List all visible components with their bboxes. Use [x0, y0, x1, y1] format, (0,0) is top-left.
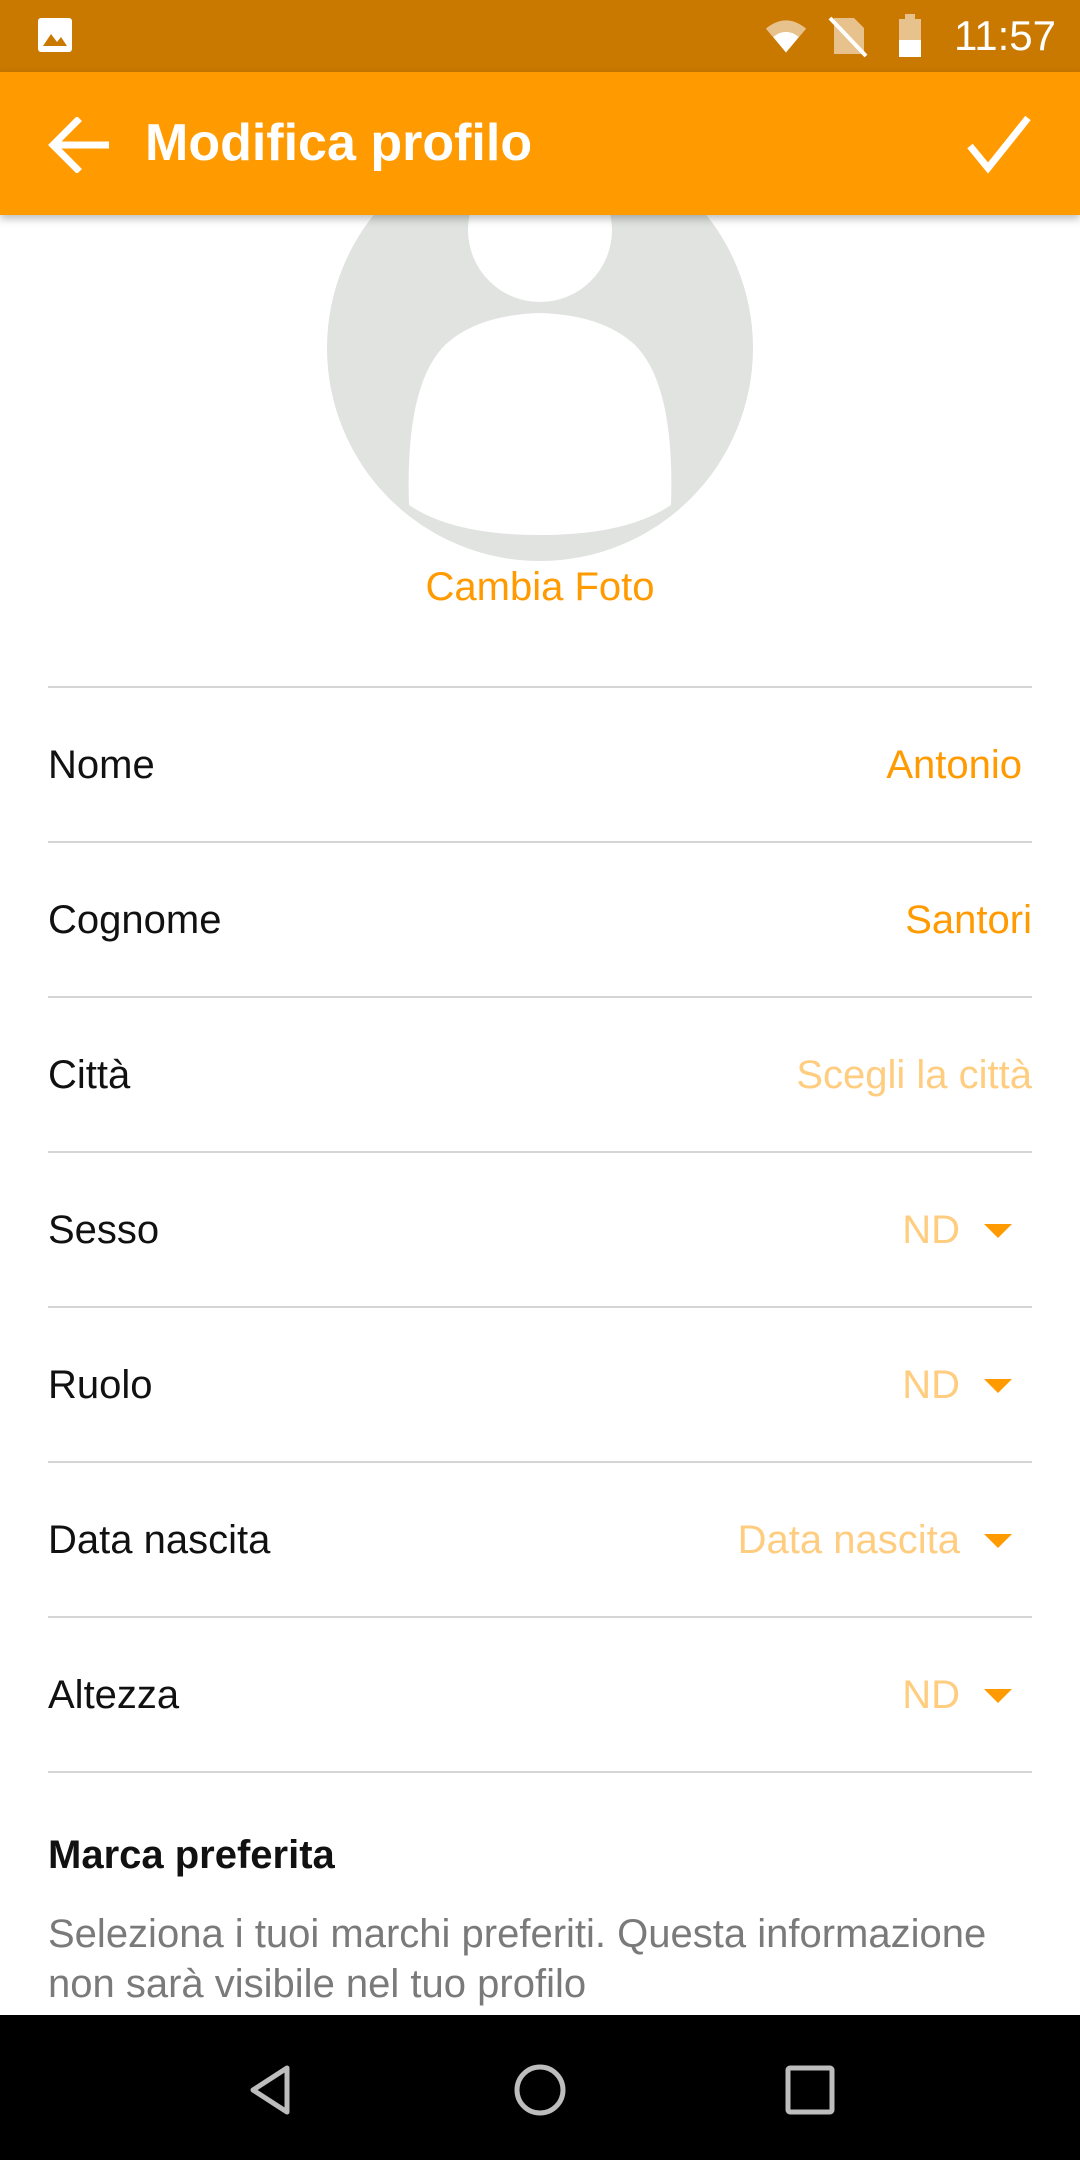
nav-home-button[interactable]	[505, 2055, 575, 2125]
status-icons: 11:57	[764, 0, 1056, 72]
arrow-back-icon	[48, 117, 109, 173]
field-row-role[interactable]: Ruolo ND	[48, 1306, 1032, 1461]
caret-down-icon	[984, 1688, 1012, 1703]
dropdown-value: ND	[902, 1363, 960, 1407]
nav-home-icon	[514, 2064, 566, 2116]
height-dropdown[interactable]: ND	[902, 1618, 1012, 1773]
field-row-surname[interactable]: Cognome Santori	[48, 841, 1032, 996]
field-label: Ruolo	[48, 1363, 153, 1407]
city-input[interactable]: Scegli la città	[796, 998, 1032, 1153]
field-row-gender[interactable]: Sesso ND	[48, 1151, 1032, 1306]
check-icon	[967, 115, 1031, 174]
caret-down-icon	[984, 1223, 1012, 1238]
back-button[interactable]	[38, 110, 118, 180]
section-title: Marca preferita	[48, 1833, 335, 1877]
change-photo-button[interactable]: Cambia Foto	[0, 565, 1080, 610]
no-sim-icon	[826, 14, 870, 58]
gender-dropdown[interactable]: ND	[902, 1153, 1012, 1308]
surname-input[interactable]: Santori	[905, 843, 1032, 998]
nav-back-icon	[250, 2065, 290, 2115]
field-label: Altezza	[48, 1673, 180, 1717]
name-input[interactable]: Antonio	[886, 688, 1022, 843]
field-row-height[interactable]: Altezza ND	[48, 1616, 1032, 1771]
field-label: Nome	[48, 743, 155, 787]
caret-down-icon	[984, 1533, 1012, 1548]
field-label: Data nascita	[48, 1518, 271, 1562]
field-label: Sesso	[48, 1208, 160, 1252]
page-title: Modifica profilo	[145, 114, 533, 172]
app-bar: Modifica profilo	[0, 72, 1080, 215]
field-label: Cognome	[48, 898, 222, 942]
nav-back-button[interactable]	[236, 2055, 306, 2125]
avatar[interactable]	[327, 215, 753, 561]
field-row-birthdate[interactable]: Data nascita Data nascita	[48, 1461, 1032, 1616]
status-time: 11:57	[954, 12, 1056, 59]
fields-list: Nome Antonio Cognome Santori Città Scegl…	[48, 686, 1032, 2009]
section-description: Seleziona i tuoi marchi preferiti. Quest…	[48, 1912, 987, 2006]
person-placeholder-icon	[408, 215, 672, 535]
role-dropdown[interactable]: ND	[902, 1308, 1012, 1463]
favorite-brand-section[interactable]: Marca preferita Seleziona i tuoi marchi …	[48, 1771, 1032, 2009]
image-notification-icon	[36, 16, 74, 54]
battery-icon	[888, 14, 932, 58]
field-label: Città	[48, 1053, 131, 1097]
status-bar: 11:57	[0, 0, 1080, 72]
nav-recents-icon	[785, 2065, 835, 2115]
save-button[interactable]	[958, 106, 1040, 182]
dropdown-value: ND	[902, 1673, 960, 1717]
system-nav-bar	[0, 2015, 1080, 2160]
profile-form: Cambia Foto Nome Antonio Cognome Santori…	[0, 215, 1080, 2015]
nav-recents-button[interactable]	[775, 2055, 845, 2125]
dropdown-value: Data nascita	[737, 1518, 960, 1562]
field-row-name[interactable]: Nome Antonio	[48, 686, 1032, 841]
wifi-icon	[764, 14, 808, 58]
caret-down-icon	[984, 1378, 1012, 1393]
dropdown-value: ND	[902, 1208, 960, 1252]
field-row-city[interactable]: Città Scegli la città	[48, 996, 1032, 1151]
birthdate-dropdown[interactable]: Data nascita	[738, 1463, 1012, 1618]
